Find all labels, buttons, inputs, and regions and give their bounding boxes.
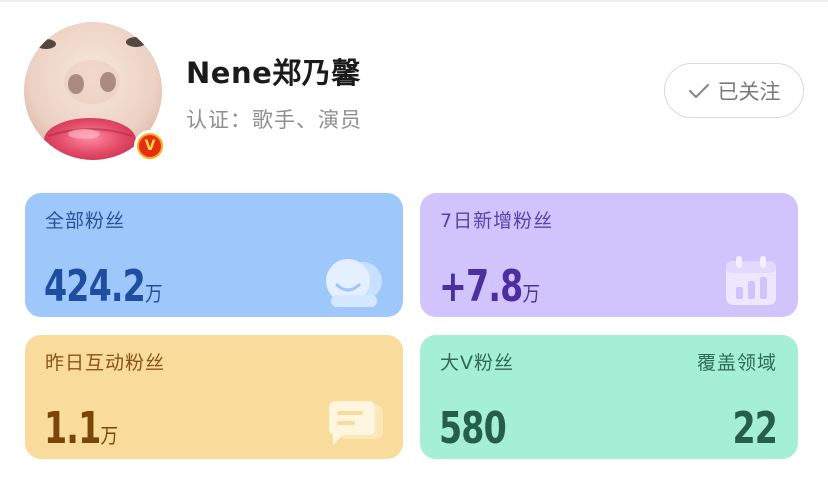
interactive-fans-value: 1.1万 [44,403,119,454]
card-big-v-fans[interactable]: 大V粉丝 覆盖领域 580 22 [420,335,798,459]
all-fans-unit: 万 [144,282,163,306]
card-interactive-fans-yesterday[interactable]: 昨日互动粉丝 1.1万 [25,335,403,459]
fans-group-icon [326,259,382,307]
avatar-container[interactable]: V [24,22,166,164]
chat-bubbles-icon [329,401,383,445]
big-v-fans-value: 580 [439,403,507,454]
covered-fields-label: 覆盖领域 [696,352,777,374]
all-fans-value: 424.2万 [44,261,163,312]
big-v-fans-label: 大V粉丝 [440,352,514,374]
verified-v-glyph: V [139,135,161,157]
interactive-fans-unit: 万 [100,424,119,448]
following-button[interactable]: 已关注 [664,63,804,118]
check-icon [688,83,709,98]
new-fans-label: 7日新增粉丝 [440,210,554,232]
calendar-chart-icon [726,256,776,305]
verified-v-badge-icon: V [134,130,166,162]
covered-fields-value: 22 [732,403,777,454]
profile-name: Nene郑乃馨 [186,56,361,90]
interactive-fans-label: 昨日互动粉丝 [45,352,166,374]
top-divider [0,0,828,2]
certification-text: 认证：歌手、演员 [186,108,362,132]
new-fans-value: +7.8万 [439,261,541,312]
all-fans-label: 全部粉丝 [45,210,126,232]
card-new-fans-7d[interactable]: 7日新增粉丝 +7.8万 [420,193,798,317]
new-fans-unit: 万 [522,282,541,306]
card-all-fans[interactable]: 全部粉丝 424.2万 [25,193,403,317]
following-button-label: 已关注 [717,79,781,104]
